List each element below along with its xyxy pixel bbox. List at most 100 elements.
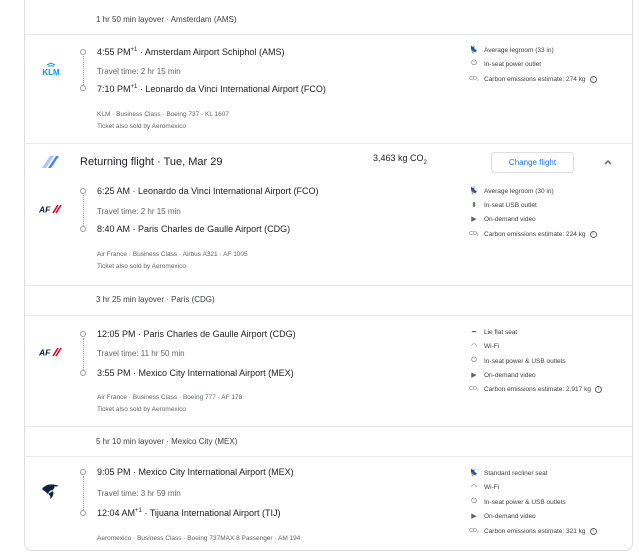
info-icon[interactable]: i [594,385,602,393]
amenity-text: Lie flat seat [484,328,518,336]
co2-icon: CO₂ [469,528,479,534]
flight-details: Air France · Business Class · Boeing 777… [97,394,243,401]
klm-logo: KLM [42,62,60,77]
amenity-text: Average legroom (30 in) [484,187,554,195]
arrival-line: 8:40 AM · Paris Charles de Gaulle Airpor… [97,224,290,234]
amenity-text: Standard recliner seat [484,469,548,477]
amenity-text: In-seat power outlet [484,60,542,68]
wifi-icon: ◠ [470,343,478,350]
travel-time: Travel time: 11 hr 50 min [97,349,185,358]
amenity-text: Carbon emissions estimate: 321 kg [484,527,586,535]
returning-flight-date: Tue, Mar 29 [163,156,223,168]
amenity-text: Wi-Fi [484,342,500,350]
amenity-wifi: ◠ Wi-Fi [469,482,499,492]
arrival-line: 3:55 PM · Mexico City International Airp… [97,368,294,378]
co2-icon: CO₂ [469,231,479,237]
amenity-text: In-seat USB outlet [484,201,537,209]
amenity-text: On-demand video [484,215,536,223]
amenity-video: ▶ On-demand video [469,214,536,224]
route-line [83,56,84,85]
travel-time: Travel time: 3 hr 59 min [97,489,181,498]
arrival-airport: Mexico City International Airport (MEX) [138,368,294,378]
route-line [83,195,84,226]
seat-icon: 💺 [469,47,479,54]
departure-line: 9:05 PM · Mexico City International Airp… [97,467,294,477]
divider [25,143,632,144]
arrival-airport: Tijuana International Airport (TIJ) [149,508,281,518]
departure-time: 6:25 AM [97,186,131,196]
arrival-time: 7:10 PM [97,84,131,94]
arrival-airport: Leonardo da Vinci International Airport … [145,84,326,94]
svg-text:AF: AF [38,348,51,358]
flight-details: KLM · Business Class · Boeing 737 · KL 1… [97,111,229,118]
amenity-usb: ⬍ In-seat USB outlet [469,200,537,210]
amenity-text: Carbon emissions estimate: 224 kg [484,230,586,238]
amenity-co2: CO₂ Carbon emissions estimate: 321 kg i [469,526,597,536]
departure-time: 4:55 PM [97,47,131,57]
amenity-seat: 💺 Standard recliner seat [469,468,548,478]
multi-airline-icon [42,156,59,168]
usb-icon: ⬍ [471,202,477,209]
divider [25,315,632,316]
info-icon[interactable]: i [589,527,597,535]
departure-line: 6:25 AM · Leonardo da Vinci Internationa… [97,186,318,196]
flight-details: Air France · Business Class · Airbus A32… [97,251,248,258]
svg-text:AF: AF [38,205,51,215]
amenity-wifi: ◠ Wi-Fi [469,341,499,351]
divider [25,426,632,427]
amenity-seat: ━ Lie flat seat [469,327,517,337]
svg-text:AM: AM [39,482,41,483]
svg-text:KLM: KLM [42,68,60,77]
change-flight-button[interactable]: Change flight [491,152,574,173]
co2-icon: CO₂ [469,386,479,392]
departure-dot [80,49,86,55]
ticket-sold-by: Ticket also sold by Aeromexico [97,263,186,270]
arrival-line: 7:10 PM+1 · Leonardo da Vinci Internatio… [97,84,326,94]
arrival-dot [80,370,86,376]
info-icon[interactable]: i [589,75,597,83]
power-icon: ⏻ [471,60,477,67]
layover-info: 3 hr 25 min layover · Paris (CDG) [96,295,215,304]
amenity-power: ⏻ In-seat power & USB outlets [469,497,565,507]
route-line [83,338,84,370]
arrival-dot [80,85,86,91]
returning-flight-title: Returning flight · Tue, Mar 29 [80,156,223,168]
video-icon: ▶ [471,513,477,520]
departure-dot [80,188,86,194]
chevron-up-icon[interactable] [602,156,614,168]
amenity-text: Average legroom (33 in) [484,46,554,54]
wifi-icon: ◠ [470,484,478,491]
flat-seat-icon: ━ [471,329,477,336]
departure-airport: Mexico City International Airport (MEX) [138,467,294,477]
route-line [83,476,84,510]
amenity-legroom: 💺 Average legroom (33 in) [469,45,554,55]
amenity-co2: CO₂ Carbon emissions estimate: 274 kg i [469,74,597,84]
arrival-line: 12:04 AM+1 · Tijuana International Airpo… [97,508,280,518]
amenity-power: ⏻ In-seat power outlet [469,59,541,69]
co2-subscript: 2 [423,159,427,166]
departure-airport: Amsterdam Airport Schiphol (AMS) [144,47,285,57]
info-icon[interactable]: i [589,230,597,238]
layover-info: 1 hr 50 min layover · Amsterdam (AMS) [96,15,237,24]
departure-time: 12:05 PM [97,329,136,339]
recliner-seat-icon: 💺 [469,470,479,477]
divider [25,456,632,457]
departure-time: 9:05 PM [97,467,131,477]
arrival-dot [80,510,86,516]
power-icon: ⏻ [471,498,477,505]
returning-flight-label: Returning flight [80,156,154,168]
air-france-logo: AF [38,205,62,215]
amenity-legroom: 💺 Average legroom (30 in) [469,186,554,196]
amenity-power: ⏻ In-seat power & USB outlets [469,356,565,366]
divider [25,34,632,35]
arrival-dot [80,226,86,232]
layover-info: 5 hr 10 min layover · Mexico City (MEX) [96,437,238,446]
co2-value: 3,463 kg CO [373,153,424,163]
power-icon: ⏻ [471,357,477,364]
arrival-time: 8:40 AM [97,224,131,234]
video-icon: ▶ [471,216,477,223]
travel-time: Travel time: 2 hr 15 min [97,67,181,76]
aeromexico-logo: AM [39,482,59,499]
arrival-time: 12:04 AM [97,508,136,518]
departure-airport: Leonardo da Vinci International Airport … [138,186,319,196]
